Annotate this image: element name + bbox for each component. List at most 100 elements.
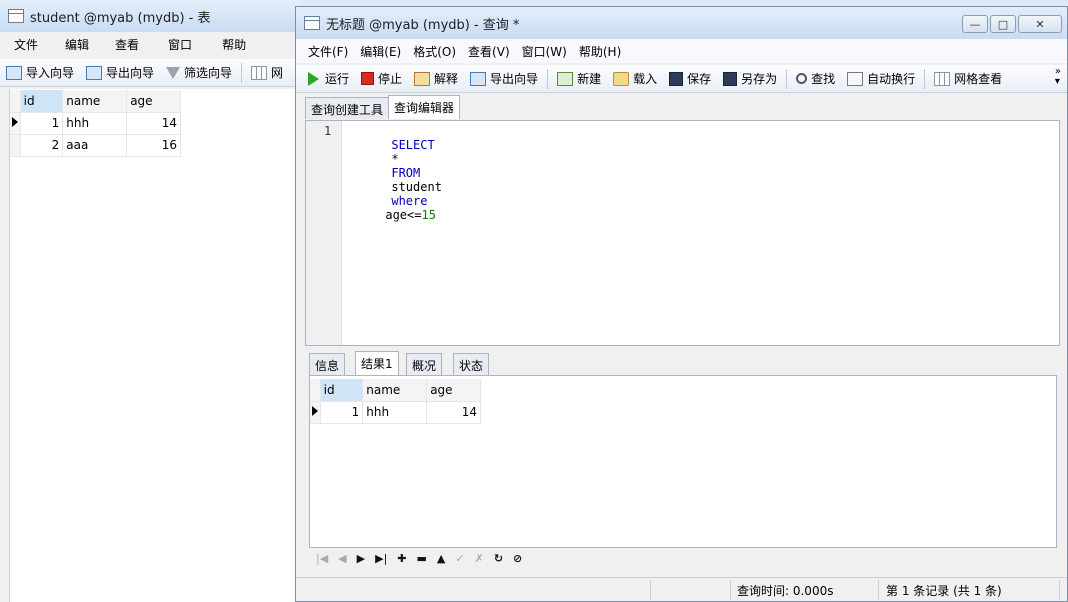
- save-button[interactable]: 保存: [663, 67, 717, 91]
- maximize-button[interactable]: □: [990, 15, 1016, 33]
- stop-button[interactable]: 停止: [355, 67, 408, 91]
- status-query-time: 查询时间: 0.000s: [733, 580, 879, 600]
- menu-edit[interactable]: 编辑: [52, 36, 102, 53]
- save-icon: [669, 71, 684, 86]
- row-indicator: [310, 401, 321, 424]
- apply-changes-icon[interactable]: ✓: [455, 552, 464, 565]
- status-bar: 查询时间: 0.000s 第 1 条记录 (共 1 条): [296, 577, 1067, 601]
- cell-id[interactable]: 1: [320, 401, 364, 424]
- grid-view-button[interactable]: 网格查看: [928, 67, 1008, 91]
- find-button[interactable]: 查找: [790, 67, 841, 91]
- query-window-titlebar[interactable]: 无标题 @myab (mydb) - 查询 * — □ ✕: [296, 7, 1067, 39]
- cell-age[interactable]: 14: [426, 401, 481, 424]
- result-table: id name age 1 hhh 14: [310, 379, 481, 424]
- refresh-icon[interactable]: ↻: [494, 552, 503, 565]
- cell-id[interactable]: 2: [20, 134, 64, 157]
- table-window: student @myab (mydb) - 表 文件 编辑 查看 窗口 帮助 …: [0, 0, 300, 602]
- line-number-gutter: [306, 121, 342, 345]
- menu-edit[interactable]: 编辑(E): [354, 43, 407, 60]
- menu-window[interactable]: 窗口: [152, 36, 208, 53]
- close-button[interactable]: ✕: [1018, 15, 1062, 33]
- table-row[interactable]: 2 aaa 16: [10, 134, 181, 157]
- filter-wizard-button[interactable]: 筛选向导: [160, 61, 238, 85]
- new-query-button[interactable]: 新建: [551, 67, 607, 91]
- word-wrap-button[interactable]: 自动换行: [841, 67, 921, 91]
- new-icon: [557, 71, 574, 86]
- column-header-age[interactable]: age: [126, 90, 181, 113]
- sql-editor[interactable]: 1 SELECT * FROM student where age<=15: [305, 120, 1060, 346]
- query-menubar: 文件(F) 编辑(E) 格式(O) 查看(V) 窗口(W) 帮助(H): [296, 39, 1067, 63]
- first-record-icon[interactable]: |◀: [316, 552, 328, 565]
- row-indicator: [10, 134, 21, 157]
- column-header-id[interactable]: id: [20, 90, 64, 113]
- grid-icon: [934, 71, 951, 86]
- query-toolbar: 运行 停止 解释 导出向导 新建 载入 保存 另存为 查找 自动换行 网格查看 …: [296, 65, 1067, 93]
- sql-star: *: [391, 152, 399, 166]
- toolbar-overflow-icon[interactable]: » ▾: [1055, 67, 1061, 87]
- table-menubar: 文件 编辑 查看 窗口 帮助: [0, 32, 300, 56]
- query-icon: [304, 16, 320, 30]
- tab-result1[interactable]: 结果1: [355, 351, 399, 375]
- run-button[interactable]: 运行: [302, 67, 355, 91]
- import-icon: [6, 65, 22, 80]
- sql-value: 15: [421, 208, 436, 222]
- table-toolbar: 导入向导 导出向导 筛选向导 网: [0, 59, 300, 87]
- menu-help[interactable]: 帮助(H): [573, 43, 627, 60]
- sql-code-line: SELECT * FROM student where age<=15: [348, 124, 442, 236]
- cell-name[interactable]: aaa: [62, 134, 128, 157]
- cell-id[interactable]: 1: [20, 112, 64, 135]
- last-record-icon[interactable]: ▶|: [375, 552, 387, 565]
- edit-record-icon[interactable]: ▲: [437, 552, 445, 565]
- explain-icon: [414, 71, 431, 86]
- table-icon: [8, 9, 24, 23]
- toolbar-separator: [924, 68, 926, 89]
- wrap-icon: [847, 71, 864, 86]
- previous-record-icon[interactable]: ◀: [338, 552, 346, 565]
- load-button[interactable]: 载入: [607, 67, 663, 91]
- tab-query-builder[interactable]: 查询创建工具: [305, 97, 390, 119]
- menu-format[interactable]: 格式(O): [407, 43, 462, 60]
- next-record-icon[interactable]: ▶: [357, 552, 365, 565]
- table-header-row: id name age: [10, 90, 181, 113]
- menu-file[interactable]: 文件(F): [296, 43, 354, 60]
- delete-record-icon[interactable]: ▬: [417, 552, 427, 565]
- menu-view[interactable]: 查看: [102, 36, 152, 53]
- tab-profile[interactable]: 概况: [406, 353, 443, 375]
- column-header-age[interactable]: age: [426, 379, 481, 402]
- result-header-row: id name age: [310, 379, 481, 402]
- export-icon: [86, 65, 103, 80]
- cell-age[interactable]: 14: [126, 112, 181, 135]
- toolbar-separator: [241, 62, 243, 83]
- save-as-button[interactable]: 另存为: [717, 67, 783, 91]
- export-wizard-button[interactable]: 导出向导: [464, 67, 544, 91]
- menu-view[interactable]: 查看(V): [462, 43, 516, 60]
- menu-window[interactable]: 窗口(W): [516, 43, 573, 60]
- stop-refresh-icon[interactable]: ⊘: [513, 552, 522, 565]
- row-header-corner: [310, 379, 321, 402]
- menu-help[interactable]: 帮助: [208, 36, 260, 53]
- tab-info[interactable]: 信息: [309, 353, 346, 375]
- column-header-id[interactable]: id: [320, 379, 364, 402]
- menu-file[interactable]: 文件: [0, 36, 52, 53]
- table-row[interactable]: 1 hhh 14: [310, 401, 481, 424]
- tab-status[interactable]: 状态: [453, 353, 490, 375]
- table-window-title: student @myab (mydb) - 表: [30, 10, 211, 26]
- add-record-icon[interactable]: ✚: [397, 552, 406, 565]
- column-header-name[interactable]: name: [362, 379, 428, 402]
- minimize-button[interactable]: —: [962, 15, 988, 33]
- table-row[interactable]: 1 hhh 14: [10, 112, 181, 135]
- import-wizard-button[interactable]: 导入向导: [0, 61, 80, 85]
- explain-button[interactable]: 解释: [408, 67, 464, 91]
- cell-name[interactable]: hhh: [62, 112, 128, 135]
- current-row-arrow-icon: [312, 406, 318, 416]
- column-header-name[interactable]: name: [62, 90, 128, 113]
- table-window-titlebar[interactable]: student @myab (mydb) - 表: [0, 0, 300, 32]
- export-wizard-button[interactable]: 导出向导: [80, 61, 160, 85]
- record-navigation-bar: |◀ ◀ ▶ ▶| ✚ ▬ ▲ ✓ ✗ ↻ ⊘: [310, 548, 1056, 568]
- cell-name[interactable]: hhh: [362, 401, 428, 424]
- cancel-changes-icon[interactable]: ✗: [475, 552, 484, 565]
- tab-query-editor[interactable]: 查询编辑器: [388, 95, 461, 119]
- grid-view-button[interactable]: 网: [245, 61, 289, 85]
- cell-age[interactable]: 16: [126, 134, 181, 157]
- sql-table-name: student: [391, 180, 442, 194]
